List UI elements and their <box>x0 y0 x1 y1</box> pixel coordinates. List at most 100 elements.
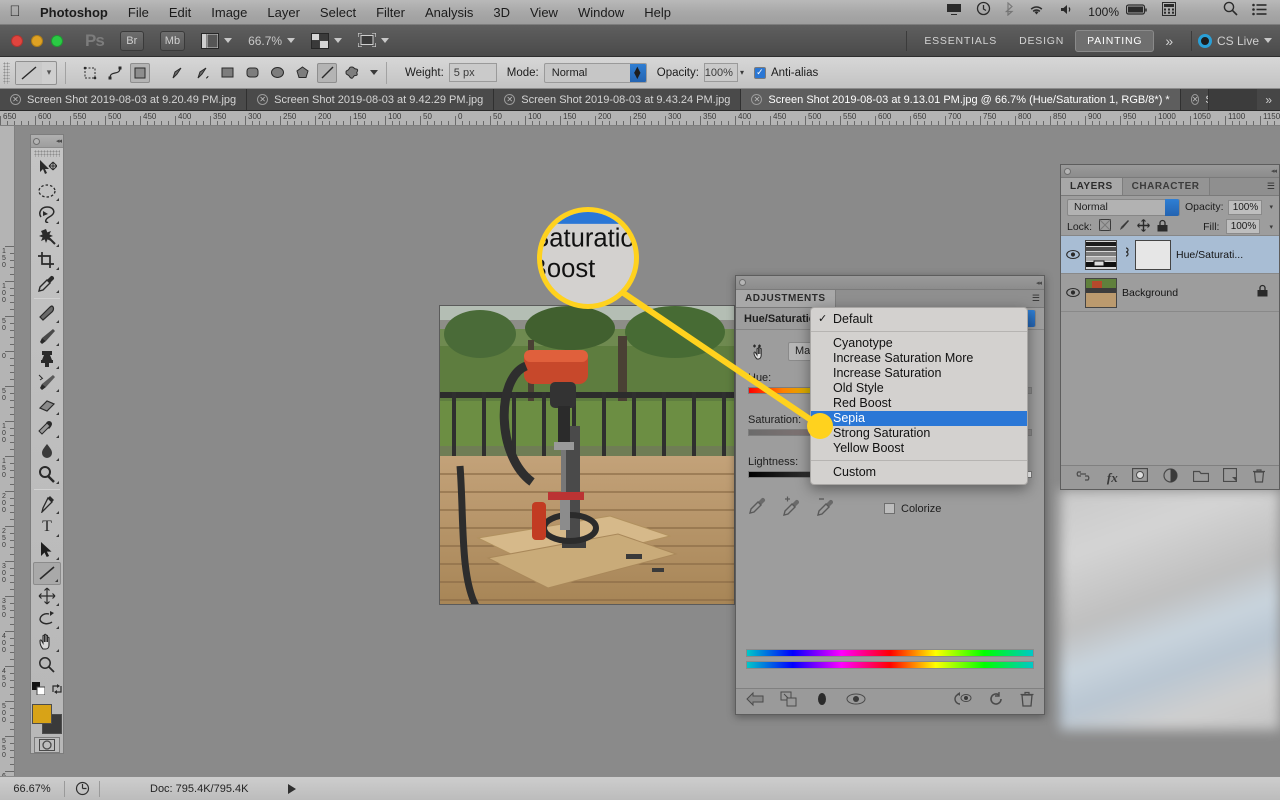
collapse-dot-icon[interactable] <box>33 137 40 145</box>
swap-colors-icon[interactable] <box>51 682 63 700</box>
opacity-input[interactable]: 100% <box>703 63 738 82</box>
rounded-rectangle-icon[interactable] <box>242 63 262 83</box>
workspace-overflow-button[interactable]: » <box>1154 29 1185 53</box>
launch-mini-bridge-button[interactable]: Mb <box>159 30 186 51</box>
menu-layer[interactable]: Layer <box>257 0 310 25</box>
arrange-documents-menu[interactable] <box>311 32 343 49</box>
chevron-down-icon[interactable]: ▾ <box>1269 223 1273 231</box>
on-image-adjustment-icon[interactable] <box>748 340 774 362</box>
lasso-tool[interactable] <box>33 203 61 226</box>
menu-view[interactable]: View <box>520 0 568 25</box>
spot-healing-brush-tool[interactable] <box>33 302 61 325</box>
apple-logo-icon[interactable]:  <box>0 4 30 21</box>
hand-tool[interactable] <box>33 631 61 654</box>
screen-mode-menu[interactable] <box>357 31 390 49</box>
menu-item-cyanotype[interactable]: Cyanotype <box>811 336 1027 351</box>
menu-item-red-boost[interactable]: Red Boost <box>811 396 1027 411</box>
lock-transparent-pixels-icon[interactable] <box>1099 219 1112 234</box>
toggle-layer-visibility-icon[interactable] <box>814 691 830 712</box>
menu-item-increase-saturation-more[interactable]: Increase Saturation More <box>811 351 1027 366</box>
tab-adjustments[interactable]: ADJUSTMENTS <box>736 290 836 307</box>
lock-all-icon[interactable] <box>1157 219 1168 235</box>
eraser-tool[interactable] <box>33 394 61 417</box>
status-menu-arrow-icon[interactable] <box>288 783 297 794</box>
menu-select[interactable]: Select <box>310 0 366 25</box>
status-zoom-value[interactable]: 66.67% <box>0 783 64 795</box>
shape-layers-icon[interactable] <box>80 63 100 83</box>
colorize-row[interactable]: Colorize <box>884 503 941 515</box>
default-colors-icon[interactable] <box>31 682 45 700</box>
vertical-ruler[interactable]: 1 5 01 0 05 005 01 0 01 5 02 0 02 5 03 0… <box>0 126 15 776</box>
close-icon[interactable]: ✕ <box>1190 94 1200 105</box>
tab-overflow-button[interactable]: » <box>1257 89 1280 110</box>
menu-filter[interactable]: Filter <box>366 0 415 25</box>
workspace-painting[interactable]: PAINTING <box>1075 29 1155 52</box>
pen-tool[interactable] <box>33 493 61 516</box>
pen-tool-icon[interactable] <box>167 63 187 83</box>
lock-position-icon[interactable] <box>1137 218 1150 235</box>
menu-image[interactable]: Image <box>201 0 257 25</box>
eyedropper-icon[interactable] <box>748 496 768 521</box>
close-icon[interactable]: ✕ <box>10 94 21 105</box>
bluetooth-icon[interactable] <box>998 0 1021 25</box>
menu-photoshop[interactable]: Photoshop <box>30 0 118 25</box>
notification-center-icon[interactable] <box>1245 0 1274 25</box>
workspace-design[interactable]: DESIGN <box>1008 31 1075 51</box>
reset-to-previous-icon[interactable] <box>952 691 972 712</box>
wifi-icon[interactable] <box>1021 0 1052 25</box>
document-tab-active[interactable]: ✕ Screen Shot 2019-08-03 at 9.13.01 PM.j… <box>741 89 1181 110</box>
menu-analysis[interactable]: Analysis <box>415 0 483 25</box>
new-adjustment-layer-icon[interactable] <box>1163 467 1178 488</box>
fill-pixels-icon[interactable] <box>130 62 150 83</box>
preview-eye-icon[interactable] <box>846 692 866 711</box>
preset-dropdown-menu[interactable]: ✓ Default Cyanotype Increase Saturation … <box>810 307 1028 485</box>
tool-preset-picker[interactable]: ▾ <box>15 60 57 85</box>
layer-mask-thumbnail[interactable] <box>1135 239 1171 270</box>
line-tool[interactable] <box>33 561 61 585</box>
clone-stamp-tool[interactable] <box>33 348 61 371</box>
layer-style-fx-icon[interactable]: fx <box>1107 470 1118 486</box>
add-layer-mask-icon[interactable] <box>1132 467 1149 487</box>
close-icon[interactable]: ✕ <box>751 94 763 105</box>
tools-panel-header[interactable]: ◂◂ <box>31 135 63 149</box>
layer-opacity-input[interactable]: 100% <box>1228 199 1263 215</box>
3d-camera-orbit-tool[interactable] <box>33 608 61 631</box>
layer-row-background[interactable]: Background <box>1061 274 1279 312</box>
time-machine-icon[interactable] <box>969 0 998 25</box>
collapse-dot-icon[interactable] <box>1064 167 1071 175</box>
crop-tool[interactable] <box>33 249 61 272</box>
menu-help[interactable]: Help <box>634 0 681 25</box>
menu-item-yellow-boost[interactable]: Yellow Boost <box>811 441 1027 456</box>
chevron-down-icon[interactable] <box>370 70 378 75</box>
history-brush-tool[interactable] <box>33 371 61 394</box>
quick-mask-mode-button[interactable] <box>34 736 60 753</box>
menu-file[interactable]: File <box>118 0 159 25</box>
menu-item-default[interactable]: ✓ Default <box>811 312 1027 327</box>
colorize-checkbox[interactable] <box>884 503 895 514</box>
ellipse-icon[interactable] <box>267 63 287 83</box>
foreground-color-swatch[interactable] <box>32 704 52 725</box>
menu-3d[interactable]: 3D <box>483 0 520 25</box>
polygon-icon[interactable] <box>292 63 312 83</box>
panel-menu-icon[interactable]: ☰ <box>1032 290 1044 307</box>
blur-tool[interactable] <box>33 440 61 463</box>
custom-shape-icon[interactable] <box>342 63 362 83</box>
gradient-tool[interactable] <box>33 417 61 440</box>
return-to-adjustment-list-icon[interactable] <box>746 691 764 712</box>
calculator-icon[interactable] <box>1155 0 1183 25</box>
tab-layers[interactable]: LAYERS <box>1061 178 1123 195</box>
doc-timing-icon[interactable] <box>65 781 99 796</box>
launch-bridge-button[interactable]: Br <box>119 30 144 51</box>
document-tab[interactable]: ✕ Screen Shot 2019-08-03 at 9.43.24 PM.j… <box>494 89 742 110</box>
anti-alias-checkbox[interactable]: ✓ <box>753 66 766 79</box>
layer-row-hue-saturation[interactable]: Hue/Saturati... <box>1061 236 1279 274</box>
spotlight-search-icon[interactable] <box>1183 0 1245 25</box>
layer-fill-input[interactable]: 100% <box>1226 219 1261 234</box>
close-icon[interactable]: ✕ <box>504 94 516 105</box>
rectangle-icon[interactable] <box>217 63 237 83</box>
document-tab-clipped[interactable]: ✕ S <box>1180 89 1209 110</box>
menu-item-old-style[interactable]: Old Style <box>811 381 1027 396</box>
battery-icon[interactable] <box>1125 0 1155 25</box>
layer-mask-link-icon[interactable] <box>1122 244 1130 265</box>
delete-layer-icon[interactable] <box>1252 468 1266 488</box>
